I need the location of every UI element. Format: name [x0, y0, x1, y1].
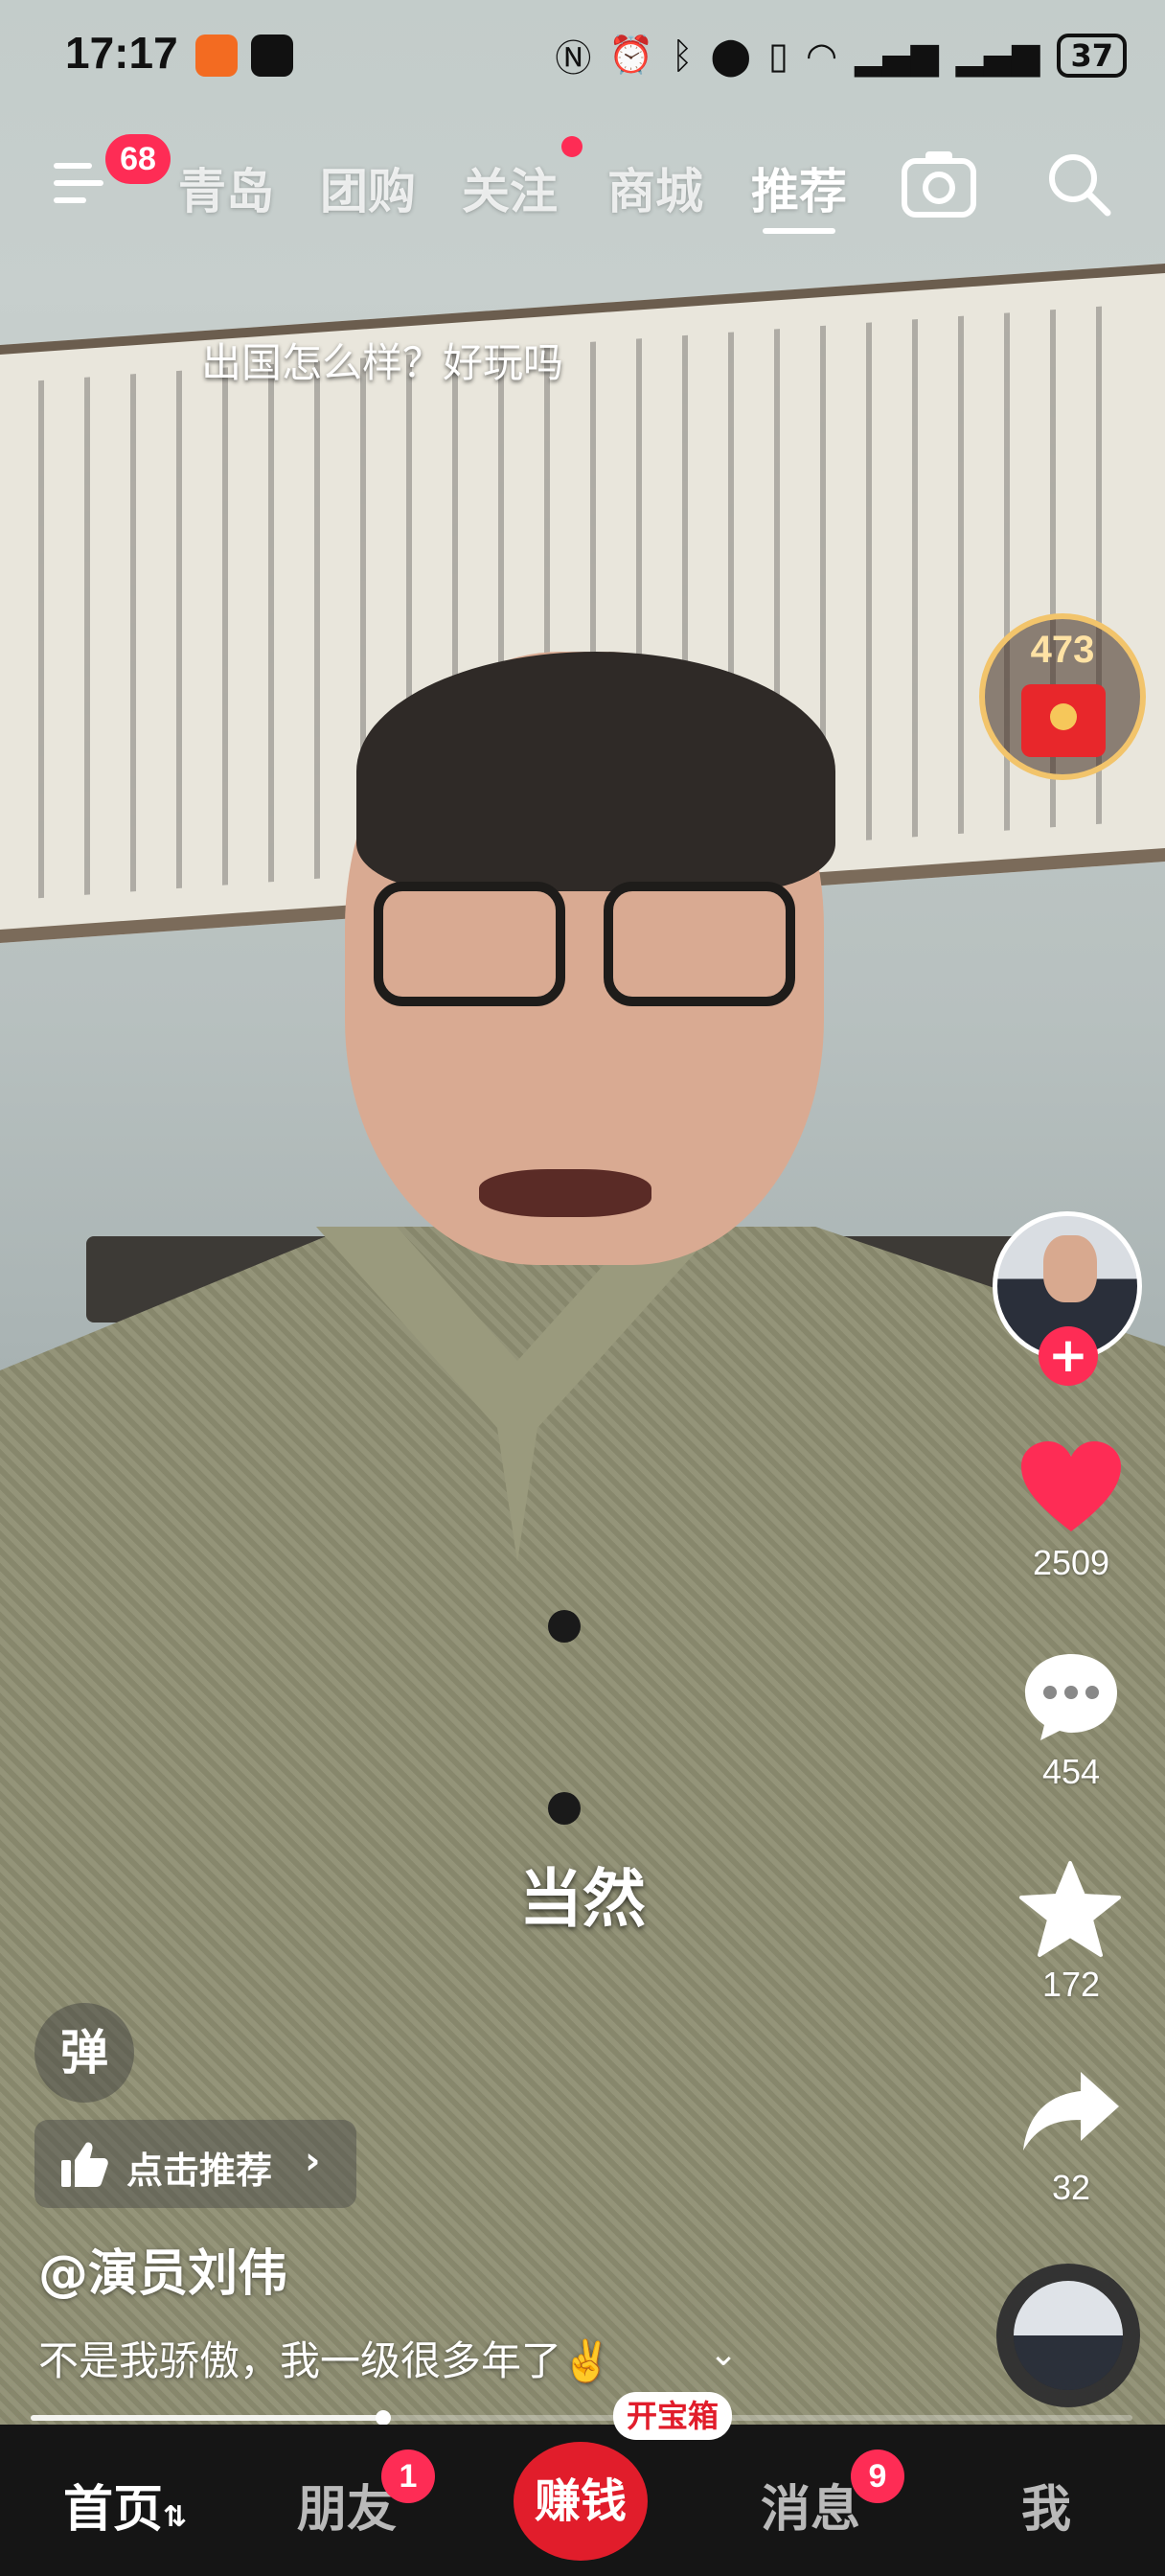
earn-button[interactable]: 赚钱 — [514, 2442, 648, 2561]
menu-icon[interactable] — [54, 159, 107, 207]
person-hair — [356, 652, 835, 891]
friends-badge: 1 — [381, 2450, 435, 2503]
shirt-button — [548, 1792, 581, 1825]
tab-recommend[interactable]: 推荐 — [751, 153, 847, 222]
battery-indicator: 37 — [1057, 33, 1127, 78]
playback-progress-bar[interactable] — [31, 2410, 1132, 2426]
app-notification-icon — [195, 34, 238, 77]
recommend-label: 点击推荐 — [126, 2150, 273, 2192]
like-heart-icon[interactable] — [1019, 1439, 1123, 1535]
author-name[interactable]: @演员刘伟 — [38, 2233, 287, 2305]
tab-group-buy[interactable]: 团购 — [320, 153, 416, 222]
vibrate-icon: ▯ — [768, 34, 788, 77]
person-glasses — [364, 882, 814, 1025]
share-count: 32 — [1051, 2168, 1091, 2207]
video-player[interactable] — [0, 0, 1165, 2425]
status-bar: 17:17 Ⓝ ⏰ ᛒ ⬤ ▯ ◠ ▂▄▆ ▂▄▆ 37 — [0, 0, 1165, 115]
danmu-toggle-button[interactable]: 弹 — [34, 2003, 134, 2103]
nav-messages[interactable]: 消息 — [761, 2469, 860, 2541]
menu-badge: 68 — [105, 134, 171, 184]
status-time: 17:17 — [65, 28, 178, 78]
search-icon[interactable] — [1046, 151, 1113, 218]
signal-icon: ▂▄▆ — [855, 34, 939, 77]
top-nav: 68 青岛 团购 关注 商城 推荐 — [0, 134, 1165, 240]
comment-count: 454 — [1041, 1752, 1101, 1791]
red-packet-count: 473 — [1030, 629, 1095, 671]
status-icons: Ⓝ ⏰ ᛒ ⬤ ▯ ◠ ▂▄▆ ▂▄▆ 37 — [555, 29, 1127, 81]
like-count: 2509 — [1032, 1543, 1110, 1582]
nav-me[interactable]: 我 — [1021, 2469, 1071, 2541]
active-tab-indicator — [763, 228, 835, 234]
tab-qingdao[interactable]: 青岛 — [178, 153, 274, 222]
red-envelope-icon — [1021, 684, 1106, 757]
nav-home[interactable]: 首页⇅ — [63, 2469, 187, 2541]
thumbs-up-icon — [61, 2142, 108, 2187]
shirt-button — [548, 1610, 581, 1643]
danmu-comment: 出国怎么样？好玩吗 — [201, 339, 564, 386]
camera-icon[interactable] — [901, 148, 977, 220]
following-dot — [561, 136, 582, 157]
capcut-notification-icon — [251, 34, 293, 77]
comment-icon[interactable] — [1021, 1650, 1121, 1742]
nfc-icon: Ⓝ — [555, 37, 592, 80]
share-arrow-icon[interactable] — [1019, 2068, 1123, 2154]
music-disc[interactable] — [996, 2264, 1140, 2407]
chevron-down-icon[interactable]: ⌄ — [709, 2334, 738, 2374]
favorite-count: 172 — [1041, 1965, 1101, 2004]
favorite-star-icon[interactable] — [1017, 1859, 1123, 1959]
person-mouth — [479, 1169, 651, 1217]
progress-knob[interactable] — [376, 2410, 391, 2426]
tab-following[interactable]: 关注 — [462, 153, 558, 222]
location-icon: ⬤ — [710, 34, 752, 77]
video-caption: 不是我骄傲，我一级很多年了✌️ — [38, 2337, 612, 2384]
bluetooth-icon: ᛒ — [671, 34, 694, 77]
tab-mall[interactable]: 商城 — [607, 153, 703, 222]
video-feed-screen: 17:17 Ⓝ ⏰ ᛒ ⬤ ▯ ◠ ▂▄▆ ▂▄▆ 37 68 青岛 团购 关注… — [0, 0, 1165, 2576]
red-packet-widget[interactable]: 473 — [979, 613, 1146, 780]
follow-plus-button[interactable]: + — [1039, 1326, 1098, 1386]
wifi-icon: ◠ — [805, 34, 838, 77]
chevron-right-icon: › — [305, 2139, 321, 2183]
recommend-button[interactable]: 点击推荐 › — [34, 2120, 356, 2208]
signal-icon: ▂▄▆ — [955, 34, 1040, 77]
video-subtitle: 当然 — [519, 1862, 646, 1936]
messages-badge: 9 — [851, 2450, 904, 2503]
open-treasure-tag[interactable]: 开宝箱 — [613, 2392, 733, 2440]
progress-fill — [31, 2415, 383, 2421]
alarm-icon: ⏰ — [608, 34, 654, 76]
